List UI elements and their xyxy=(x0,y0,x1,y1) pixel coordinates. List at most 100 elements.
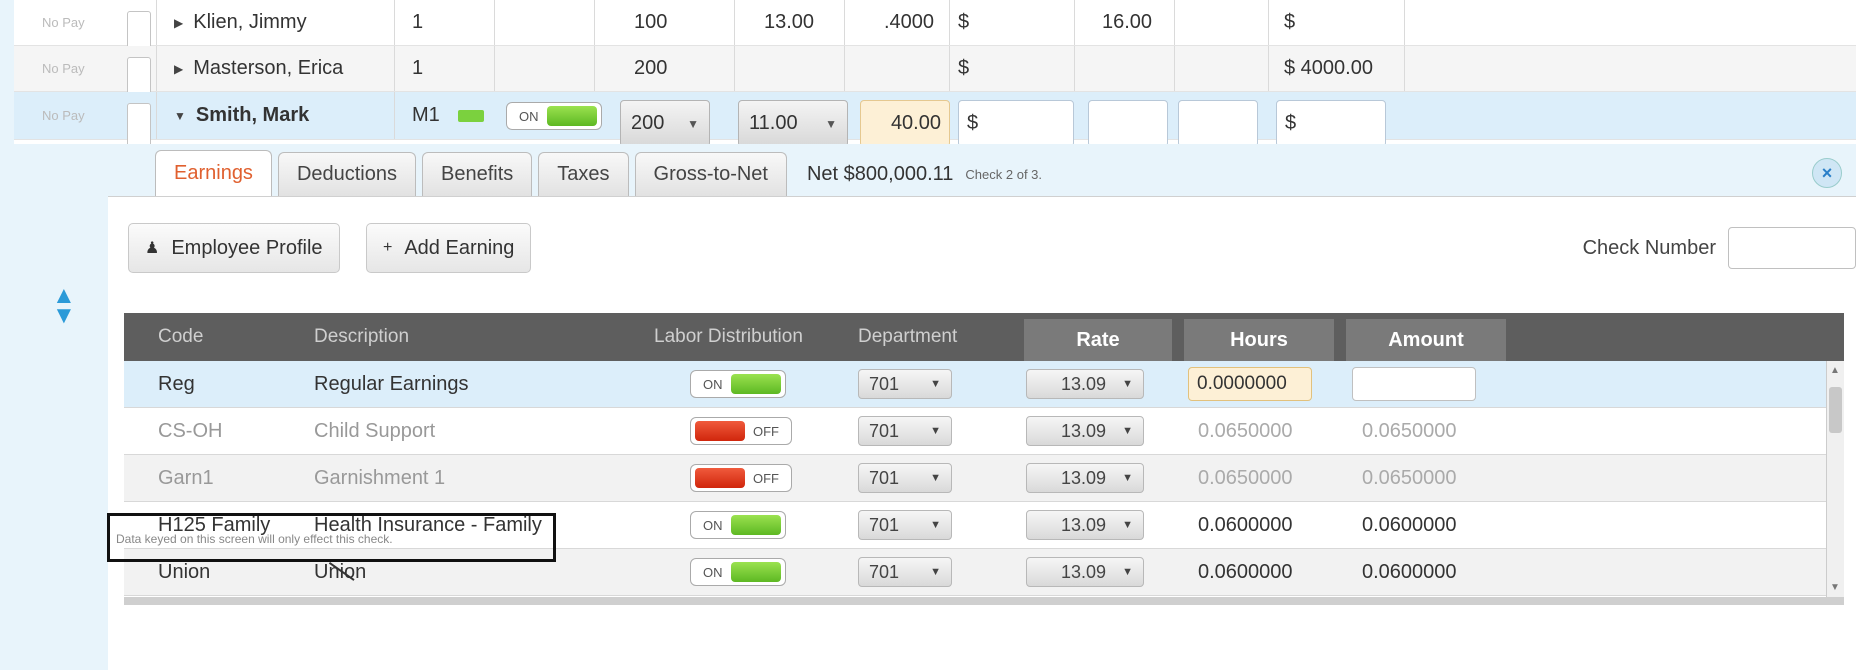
plus-icon: + xyxy=(383,239,393,256)
department-select[interactable]: 701 ▼ xyxy=(858,455,952,501)
up-down-arrows-icon[interactable]: ▲ ▼ xyxy=(52,284,76,328)
grid-scrollbar[interactable]: ▲ ▼ xyxy=(1826,361,1844,597)
scroll-down-icon[interactable]: ▼ xyxy=(1830,582,1840,593)
close-icon[interactable]: × xyxy=(1812,158,1842,188)
code-cell: CS-OH xyxy=(158,419,223,442)
rate-select[interactable]: 11.00 ▼ xyxy=(738,100,848,147)
add-earning-button[interactable]: + Add Earning xyxy=(366,223,532,273)
total-value: $ 4000.00 xyxy=(1284,57,1373,79)
expand-icon[interactable]: ▶ xyxy=(174,62,183,76)
tab-deductions[interactable]: Deductions xyxy=(277,152,416,196)
hours-cell: 0.0600000 xyxy=(1198,560,1293,583)
col-rate[interactable]: Rate xyxy=(1024,319,1172,361)
employee-name[interactable]: ▼ Smith, Mark xyxy=(174,92,309,139)
chevron-down-icon: ▼ xyxy=(1122,425,1133,437)
amount-input[interactable] xyxy=(1352,361,1476,407)
earnings-panel: ♟ Employee Profile + Add Earning Check N… xyxy=(108,196,1856,670)
employee-code: 1 xyxy=(412,11,424,33)
scroll-thumb[interactable] xyxy=(1829,387,1842,433)
field-input[interactable] xyxy=(1178,100,1258,147)
employee-profile-button[interactable]: ♟ Employee Profile xyxy=(128,223,340,273)
grid-footer xyxy=(124,597,1844,605)
status-label: No Pay xyxy=(42,108,85,123)
employee-row[interactable]: No Pay ▶ Klien, Jimmy 1 100 13.00 .4000 $… xyxy=(14,0,1856,56)
department-select[interactable]: 200 ▼ xyxy=(620,100,710,147)
labor-toggle[interactable]: ON xyxy=(690,361,786,407)
hours-cell: 0.0650000 xyxy=(1198,466,1293,489)
hours-input[interactable]: 0.0000000 xyxy=(1188,361,1312,407)
col-department[interactable]: Department xyxy=(858,313,957,361)
total-input[interactable]: $ xyxy=(1276,100,1386,147)
table-row[interactable]: Garn1 Garnishment 1 OFF 701 ▼ 13.09 ▼ 0.06… xyxy=(124,455,1844,502)
move-down-icon[interactable]: ▼ xyxy=(52,304,76,328)
amount-cell: 0.0600000 xyxy=(1362,513,1457,536)
labor-toggle[interactable]: OFF xyxy=(690,455,792,501)
check-number-input[interactable] xyxy=(1728,227,1856,269)
labor-toggle[interactable]: ON xyxy=(690,502,786,548)
scroll-up-icon[interactable]: ▲ xyxy=(1830,365,1840,376)
tab-bar: Earnings Deductions Benefits Taxes Gross… xyxy=(155,150,1042,196)
description-cell: Regular Earnings xyxy=(314,372,469,395)
net-amount: Net $800,000.11 xyxy=(806,162,954,185)
col-description[interactable]: Description xyxy=(314,313,409,361)
chevron-down-icon: ▼ xyxy=(1122,519,1133,531)
status-bar-icon xyxy=(458,92,484,139)
amount-input[interactable]: $ xyxy=(958,100,1074,147)
labor-toggle[interactable]: OFF xyxy=(690,408,792,454)
amount-cell: 0.0650000 xyxy=(1362,466,1457,489)
table-row[interactable]: Reg Regular Earnings ON 701 ▼ 13.09 ▼ 0.00… xyxy=(124,361,1844,408)
check-number-label: Check Number xyxy=(1582,237,1716,259)
employee-code: M1 xyxy=(412,104,440,126)
col-hours[interactable]: Hours xyxy=(1184,319,1334,361)
employee-name[interactable]: ▶ Klien, Jimmy xyxy=(174,0,307,45)
rate-select[interactable]: 13.09 ▼ xyxy=(1026,361,1144,407)
user-icon: ♟ xyxy=(145,240,160,257)
chevron-down-icon: ▼ xyxy=(930,425,941,437)
screen-note: Data keyed on this screen will only effe… xyxy=(116,532,393,546)
earnings-detail-panel: Earnings Deductions Benefits Taxes Gross… xyxy=(0,144,1856,670)
description-cell: Child Support xyxy=(314,419,436,442)
expand-icon[interactable]: ▶ xyxy=(174,16,183,30)
tab-gross-to-net[interactable]: Gross-to-Net xyxy=(634,152,787,196)
row-checkbox[interactable] xyxy=(127,103,151,150)
rate-select[interactable]: 13.09 ▼ xyxy=(1026,549,1144,595)
code-cell: Reg xyxy=(158,372,195,395)
col-code[interactable]: Code xyxy=(158,313,203,361)
hours-cell: 0.0600000 xyxy=(1198,513,1293,536)
status-label: No Pay xyxy=(42,61,85,76)
tab-taxes[interactable]: Taxes xyxy=(538,152,629,196)
description-cell: Garnishment 1 xyxy=(314,466,446,489)
hours-input[interactable]: 40.00 xyxy=(860,100,950,147)
employee-row-selected[interactable]: No Pay ▼ Smith, Mark M1 ON 200 ▼ 11.00 ▼ 40… xyxy=(14,92,1856,150)
tab-earnings[interactable]: Earnings xyxy=(155,150,272,196)
collapse-icon[interactable]: ▼ xyxy=(174,109,186,123)
table-row[interactable]: CS-OH Child Support OFF 701 ▼ 13.09 ▼ 0.06… xyxy=(124,408,1844,455)
chevron-down-icon: ▼ xyxy=(1122,378,1133,390)
employee-name[interactable]: ▶ Masterson, Erica xyxy=(174,46,343,91)
check-counter: Check 2 of 3. xyxy=(965,166,1043,182)
col-amount[interactable]: Amount xyxy=(1346,319,1506,361)
grid-header: Code Description Labor Distribution Depa… xyxy=(124,313,1844,361)
department-select[interactable]: 701 ▼ xyxy=(858,408,952,454)
chevron-down-icon: ▼ xyxy=(687,116,699,131)
department-select[interactable]: 701 ▼ xyxy=(858,502,952,548)
labor-toggle[interactable]: ON xyxy=(690,549,786,595)
col-labor-distribution[interactable]: Labor Distribution xyxy=(654,313,803,361)
chevron-down-icon: ▼ xyxy=(1122,472,1133,484)
employee-row[interactable]: No Pay ▶ Masterson, Erica 1 200 $ $ 4000.… xyxy=(14,46,1856,102)
chevron-down-icon: ▼ xyxy=(1122,566,1133,578)
rate-value: 13.00 xyxy=(764,11,815,33)
department-select[interactable]: 701 ▼ xyxy=(858,549,952,595)
rate-select[interactable]: 13.09 ▼ xyxy=(1026,502,1144,548)
chevron-down-icon: ▼ xyxy=(930,519,941,531)
rate-select[interactable]: 13.09 ▼ xyxy=(1026,455,1144,501)
employee-toggle[interactable]: ON xyxy=(506,101,602,131)
field-input[interactable] xyxy=(1088,100,1168,147)
rate-select[interactable]: 13.09 ▼ xyxy=(1026,408,1144,454)
chevron-down-icon: ▼ xyxy=(825,116,837,131)
department-select[interactable]: 701 ▼ xyxy=(858,361,952,407)
status-label: No Pay xyxy=(42,15,85,30)
hours-cell: 0.0650000 xyxy=(1198,419,1293,442)
tab-benefits[interactable]: Benefits xyxy=(422,152,533,196)
department-value: 200 xyxy=(634,57,668,79)
